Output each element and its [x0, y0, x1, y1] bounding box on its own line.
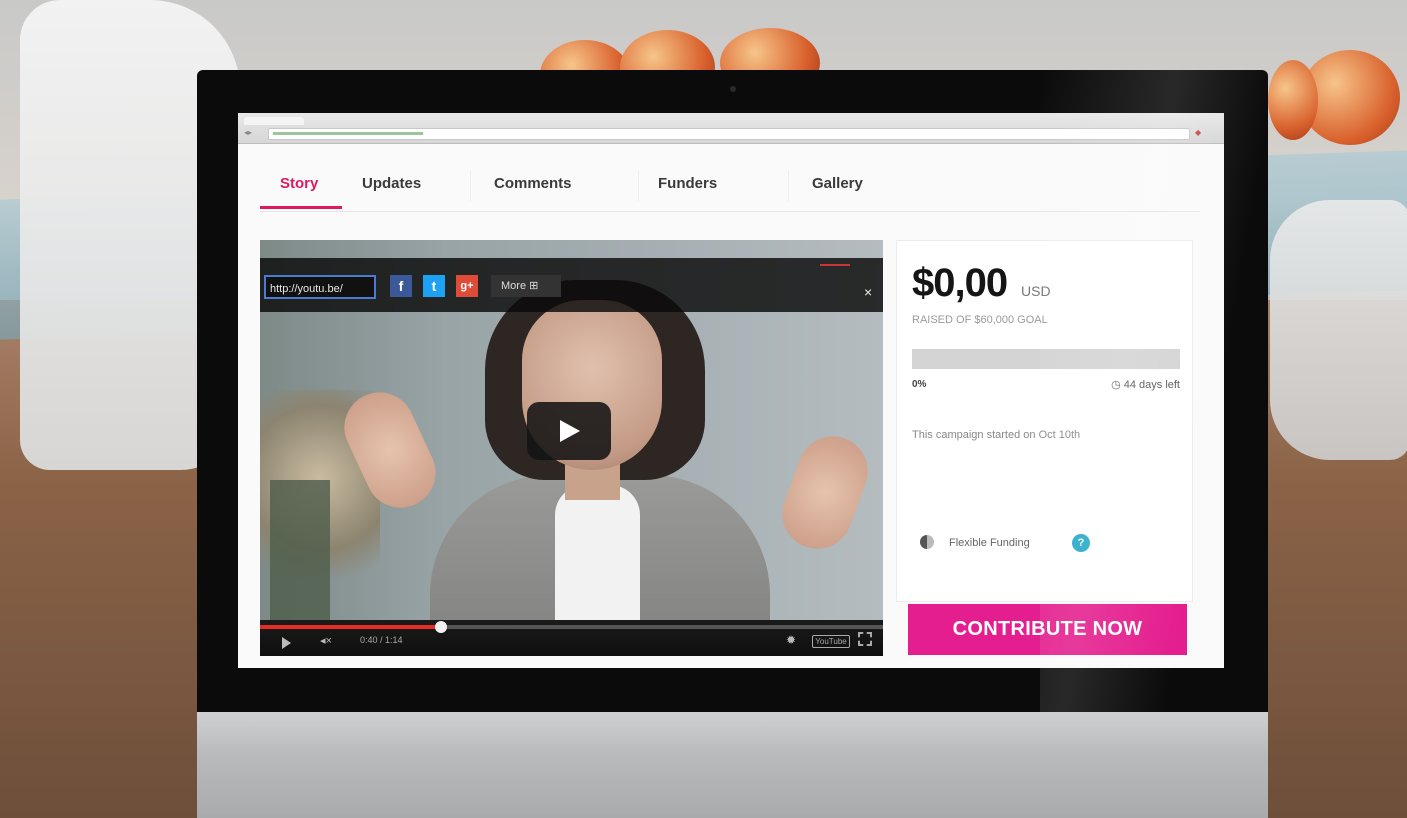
contribute-now-button[interactable]: CONTRIBUTE NOW	[908, 604, 1187, 655]
funding-percent: 0%	[912, 379, 927, 390]
days-left-label: 44 days left	[1123, 379, 1180, 391]
share-more-label: More	[501, 280, 527, 292]
tab-updates[interactable]: Updates	[362, 175, 421, 205]
video-top-indicator	[820, 264, 850, 266]
background-chair-right	[1270, 200, 1407, 460]
video-progress-bar[interactable]	[260, 621, 883, 633]
share-more-button[interactable]: More ⊞	[491, 275, 561, 297]
funding-panel: $0,00 USD RAISED OF $60,000 GOAL 0% ◷ 44…	[896, 240, 1193, 602]
address-bar[interactable]	[268, 128, 1190, 140]
browser-extension-icon[interactable]: ◆	[1195, 128, 1219, 138]
tab-divider	[638, 171, 639, 201]
campaign-start-text: This campaign started on Oct 10th	[912, 429, 1081, 441]
close-icon[interactable]: ×	[864, 284, 872, 300]
tab-story[interactable]: Story	[280, 175, 318, 205]
raised-goal-text: RAISED OF $60,000 GOAL	[912, 314, 1048, 326]
browser-nav-icon[interactable]: ◂▸	[244, 129, 264, 137]
fullscreen-icon[interactable]	[858, 632, 872, 646]
help-icon[interactable]: ?	[1072, 534, 1090, 552]
tab-funders[interactable]: Funders	[658, 175, 717, 205]
funding-type-icon	[920, 535, 934, 549]
clock-icon: ◷	[1111, 379, 1124, 391]
funding-type-label: Flexible Funding	[949, 537, 1030, 549]
tab-divider	[470, 171, 471, 201]
video-time: 0:40 / 1:14	[360, 635, 403, 645]
play-icon	[560, 420, 580, 442]
campaign-tabs: Story Updates Comments Funders Gallery	[260, 163, 1200, 212]
tab-divider	[788, 171, 789, 201]
address-bar-text	[273, 132, 423, 135]
browser-tab[interactable]	[244, 117, 304, 125]
video-vase	[270, 480, 330, 620]
browser-chrome: ◂▸ ◆	[238, 113, 1224, 144]
active-tab-underline	[260, 206, 342, 209]
share-bar: http://youtu.be/ f t g+ More ⊞ ×	[260, 258, 883, 312]
volume-icon[interactable]: ◂×	[320, 634, 332, 647]
camera-dot	[730, 86, 736, 92]
raised-amount: $0,00	[912, 261, 1008, 305]
days-left: ◷ 44 days left	[1111, 378, 1180, 391]
monitor-chin	[197, 712, 1268, 818]
video-progress-fill	[260, 625, 441, 629]
google-plus-icon[interactable]: g+	[456, 275, 478, 297]
gear-icon[interactable]: ✹	[786, 633, 796, 647]
background-apple	[1268, 60, 1318, 140]
browser-screen: ◂▸ ◆ Story Updates Comments Funders Gall…	[238, 113, 1224, 668]
video-player[interactable]: http://youtu.be/ f t g+ More ⊞ × ◂× 0:40…	[260, 240, 883, 656]
share-more-icon: ⊞	[529, 280, 539, 292]
share-url-field[interactable]: http://youtu.be/	[264, 275, 376, 299]
facebook-icon[interactable]: f	[390, 275, 412, 297]
currency-label: USD	[1021, 283, 1051, 299]
funding-progress-bar	[912, 349, 1180, 369]
video-controls: ◂× 0:40 / 1:14 ✹ YouTube	[260, 620, 883, 656]
youtube-logo[interactable]: YouTube	[812, 635, 850, 648]
tab-gallery[interactable]: Gallery	[812, 175, 863, 205]
video-progress-handle[interactable]	[435, 621, 447, 633]
twitter-icon[interactable]: t	[423, 275, 445, 297]
play-button[interactable]	[527, 402, 611, 460]
play-icon[interactable]	[282, 637, 291, 649]
tab-comments[interactable]: Comments	[494, 175, 572, 205]
video-person-right-hand	[772, 426, 878, 559]
